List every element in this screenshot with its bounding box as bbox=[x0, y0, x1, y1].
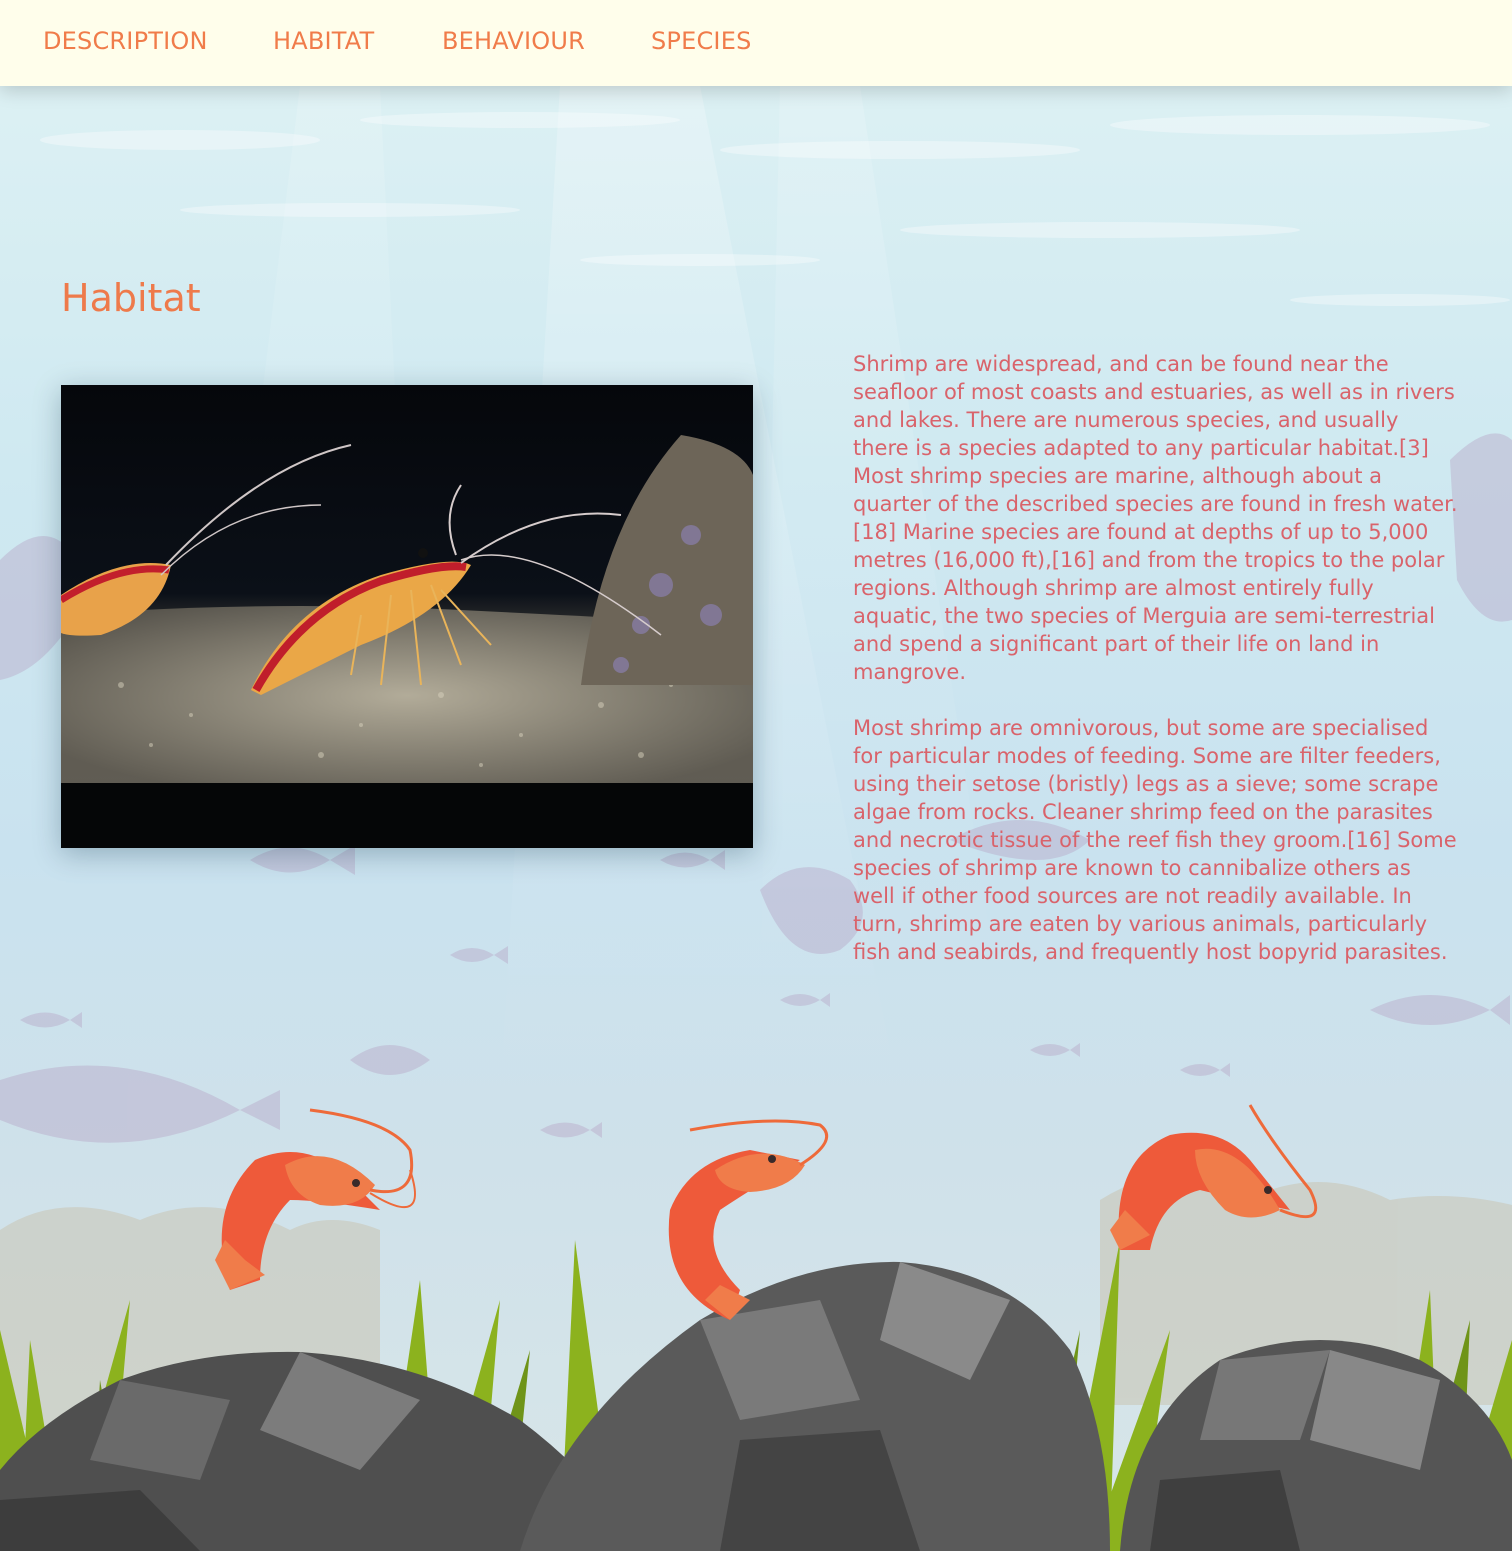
nav-link-species[interactable]: SPECIES bbox=[651, 27, 752, 55]
paragraph: Shrimp are widespread, and can be found … bbox=[853, 352, 1458, 684]
paragraph: Most shrimp are omnivorous, but some are… bbox=[853, 716, 1457, 964]
top-nav: DESCRIPTION HABITAT BEHAVIOUR SPECIES bbox=[0, 0, 1512, 86]
habitat-description: Shrimp are widespread, and can be found … bbox=[853, 350, 1458, 994]
shrimp-illustration-1 bbox=[215, 1108, 416, 1290]
nav-link-behaviour[interactable]: BEHAVIOUR bbox=[442, 27, 585, 55]
shrimp-photo bbox=[61, 385, 753, 848]
nav-link-habitat[interactable]: HABITAT bbox=[273, 27, 374, 55]
shrimp-illustration-3 bbox=[1110, 1104, 1318, 1250]
nav-link-description[interactable]: DESCRIPTION bbox=[43, 27, 208, 55]
seabed-illustration bbox=[0, 1104, 1512, 1551]
page-title: Habitat bbox=[61, 276, 201, 320]
